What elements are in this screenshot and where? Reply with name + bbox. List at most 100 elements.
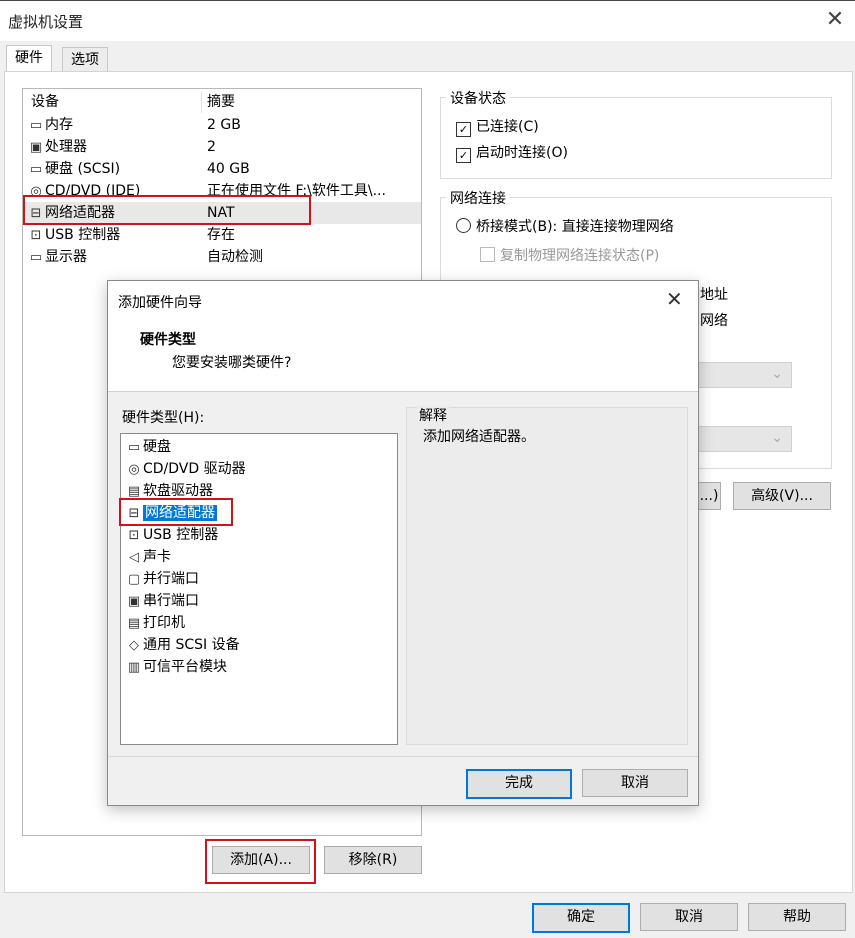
harddisk-icon: ▭ [127, 440, 141, 455]
partial-text: 地址 [700, 287, 728, 303]
speaker-icon: ◁ [129, 550, 139, 565]
list-item-label: 并行端口 [143, 571, 199, 587]
device-summary: 40 GB [207, 161, 250, 177]
device-summary: 自动检测 [207, 249, 263, 265]
chevron-down-icon: ⌄ [771, 366, 783, 382]
close-icon[interactable]: ✕ [824, 9, 846, 31]
partial-button[interactable]: ...) [697, 482, 721, 510]
device-name: 硬盘 (SCSI) [45, 161, 121, 177]
dialog-heading: 硬件类型 [140, 332, 196, 348]
device-name: USB 控制器 [45, 227, 121, 243]
cancel-button[interactable]: 取消 [640, 903, 738, 931]
list-item[interactable]: ▣ 串行端口 [125, 590, 199, 612]
combo-box[interactable]: ⌄ [697, 426, 792, 452]
usb-icon: ⊡ [30, 228, 42, 243]
device-row-memory[interactable]: ▭ 内存 [27, 114, 73, 136]
processor-icon: ▣ [29, 140, 43, 155]
hw-type-label: 硬件类型(H): [122, 410, 205, 426]
checkbox-icon: ✓ [456, 148, 471, 163]
help-button[interactable]: 帮助 [748, 903, 846, 931]
device-header: 设备 [31, 94, 59, 110]
explain-text: 添加网络适配器。 [423, 429, 535, 445]
list-item-label: 硬盘 [143, 439, 171, 455]
list-item-label: 打印机 [143, 615, 185, 631]
explain-label: 解释 [417, 405, 449, 425]
header-divider [201, 91, 202, 113]
dialog-header: 添加硬件向导 ✕ 硬件类型 您要安装哪类硬件? [108, 281, 698, 392]
checkbox-icon [480, 247, 495, 262]
display-icon: ▭ [29, 250, 43, 265]
combo-box[interactable]: ⌄ [697, 362, 792, 388]
bridged-label: 桥接模式(B): 直接连接物理网络 [476, 219, 674, 235]
tab-hardware[interactable]: 硬件 [6, 45, 52, 72]
window-title: 虚拟机设置 [8, 13, 84, 31]
title-bar: 虚拟机设置 ✕ [0, 0, 855, 41]
bridged-radio[interactable]: 桥接模式(B): 直接连接物理网络 [456, 216, 674, 236]
dialog-cancel-button[interactable]: 取消 [582, 769, 688, 797]
parallel-port-icon: ▢ [127, 572, 141, 587]
scsi-icon: ◇ [129, 638, 139, 653]
list-item[interactable]: ▢ 并行端口 [125, 568, 199, 590]
device-summary: 存在 [207, 227, 235, 243]
connect-on-start-checkbox[interactable]: ✓ 启动时连接(O) [456, 142, 568, 163]
list-item-label: 声卡 [143, 549, 171, 565]
checkbox-icon: ✓ [456, 122, 471, 137]
list-item[interactable]: ◎ CD/DVD 驱动器 [125, 458, 246, 480]
highlight-box [23, 195, 311, 225]
list-item-label: 通用 SCSI 设备 [143, 637, 240, 653]
list-item-label: 可信平台模块 [143, 659, 227, 675]
connected-label: 已连接(C) [476, 119, 539, 135]
list-item[interactable]: ⊡ USB 控制器 [125, 524, 219, 546]
advanced-button[interactable]: 高级(V)... [733, 482, 831, 510]
replicate-checkbox[interactable]: 复制物理网络连接状态(P) [480, 245, 659, 265]
summary-header: 摘要 [207, 94, 235, 110]
partial-text: 网络 [700, 313, 728, 329]
connect-on-start-label: 启动时连接(O) [476, 145, 568, 161]
list-item[interactable]: ▤ 打印机 [125, 612, 185, 634]
list-item[interactable]: ◁ 声卡 [125, 546, 171, 568]
device-name: 显示器 [45, 249, 87, 265]
chevron-down-icon: ⌄ [771, 430, 783, 446]
close-icon[interactable]: ✕ [666, 287, 683, 311]
hardware-type-list[interactable]: ▭ 硬盘 ◎ CD/DVD 驱动器 ▤ 软盘驱动器 ⊟ 网络适配器 ⊡ USB 控制器 ◁… [119, 433, 398, 745]
device-row-display[interactable]: ▭ 显示器 [27, 246, 87, 268]
cd-drive-icon: ◎ [128, 462, 140, 477]
device-status-label: 设备状态 [446, 88, 510, 108]
tab-options[interactable]: 选项 [62, 47, 108, 72]
replicate-label: 复制物理网络连接状态(P) [500, 248, 660, 264]
list-item-label: USB 控制器 [143, 527, 219, 543]
finish-button[interactable]: 完成 [466, 769, 572, 799]
radio-icon [456, 218, 471, 233]
list-item[interactable]: ▭ 硬盘 [125, 436, 171, 458]
usb-icon: ⊡ [128, 528, 140, 543]
device-name: 处理器 [45, 139, 87, 155]
connected-checkbox[interactable]: ✓ 已连接(C) [456, 116, 539, 137]
add-hardware-dialog: 添加硬件向导 ✕ 硬件类型 您要安装哪类硬件? 硬件类型(H): ▭ 硬盘 ◎ CD… [107, 280, 699, 806]
list-item-label: 软盘驱动器 [143, 483, 213, 499]
explain-panel: 解释 添加网络适配器。 [406, 405, 688, 745]
harddisk-icon: ▭ [29, 162, 43, 177]
list-item[interactable]: ◇ 通用 SCSI 设备 [125, 634, 240, 656]
serial-port-icon: ▣ [127, 594, 141, 609]
device-row-processor[interactable]: ▣ 处理器 [27, 136, 87, 158]
list-item-label: CD/DVD 驱动器 [143, 461, 246, 477]
list-item[interactable]: ▥ 可信平台模块 [125, 656, 227, 678]
highlight-box [119, 498, 233, 526]
memory-icon: ▭ [29, 118, 43, 133]
remove-button[interactable]: 移除(R) [324, 846, 422, 874]
list-item-label: 串行端口 [143, 593, 199, 609]
dialog-subheading: 您要安装哪类硬件? [172, 355, 292, 371]
device-summary: 2 [207, 139, 216, 155]
device-row-usb[interactable]: ⊡ USB 控制器 [27, 224, 121, 246]
divider [108, 756, 698, 757]
highlight-box [205, 839, 316, 884]
device-summary: 2 GB [207, 117, 241, 133]
tpm-icon: ▥ [127, 660, 141, 675]
device-name: 内存 [45, 117, 73, 133]
ok-button[interactable]: 确定 [532, 903, 630, 933]
device-row-harddisk[interactable]: ▭ 硬盘 (SCSI) [27, 158, 120, 180]
printer-icon: ▤ [127, 616, 141, 631]
network-label: 网络连接 [446, 188, 510, 208]
device-status-group [440, 97, 832, 179]
dialog-title: 添加硬件向导 [118, 295, 202, 311]
